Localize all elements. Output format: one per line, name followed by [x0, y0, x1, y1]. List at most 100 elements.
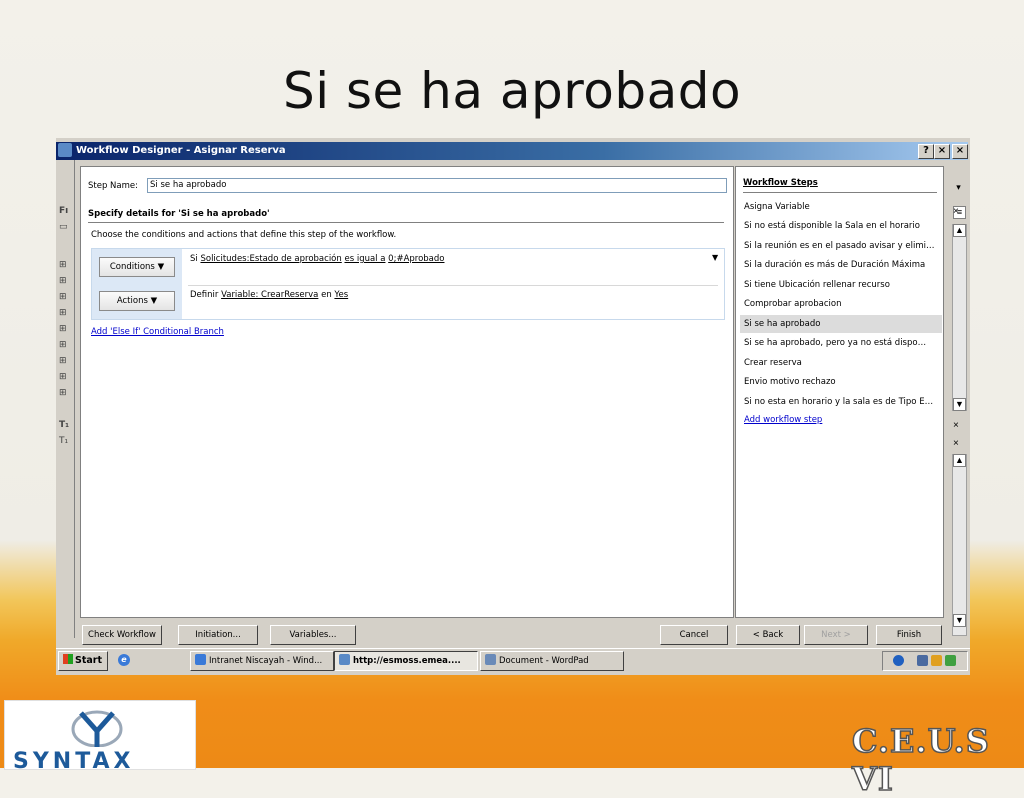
scrollbar-track[interactable] — [952, 224, 967, 411]
dropdown-arrow-icon[interactable]: ▾ — [953, 182, 964, 193]
instructions-text: Choose the conditions and actions that d… — [91, 230, 397, 240]
close-dialog-button[interactable]: × — [934, 144, 950, 159]
conditions-actions-area: Conditions ▼ Actions ▼ Si Solicitudes:Es… — [91, 248, 725, 320]
dialog-title: Workflow Designer - Asignar Reserva — [76, 145, 286, 156]
divider — [188, 285, 718, 286]
next-button: Next > — [804, 625, 868, 645]
workflow-step[interactable]: Comprobar aprobacion — [740, 295, 942, 313]
security-tray-icon[interactable] — [931, 655, 942, 666]
specify-details-heading: Specify details for 'Si se ha aprobado' — [88, 209, 270, 219]
condition-prefix: Si — [190, 254, 198, 264]
workflow-steps-title: Workflow Steps — [743, 178, 818, 188]
workflow-app-icon — [58, 143, 72, 157]
scroll-down-icon[interactable]: ▼ — [953, 398, 966, 411]
workflow-step[interactable]: Si la duración es más de Duración Máxima — [740, 256, 942, 274]
condition-dropdown-icon[interactable]: ▼ — [712, 253, 718, 262]
left-strip-label: T₁ — [59, 420, 70, 430]
expand-icon[interactable]: ⊞ — [59, 388, 67, 398]
ceus-logo: C.E.U.S VI — [851, 721, 990, 798]
workflow-step[interactable]: Si la reunión es en el pasado avisar y e… — [740, 237, 942, 255]
close-pane-icon[interactable]: × — [953, 206, 959, 217]
workflow-steps-title-text: Workflow Steps — [743, 178, 818, 188]
taskbar-item-label: http://esmoss.emea.... — [353, 656, 461, 666]
workflow-step[interactable]: Si se ha aprobado, pero ya no está dispo… — [740, 334, 942, 352]
help-tray-icon[interactable] — [893, 655, 904, 666]
expand-icon[interactable]: ⊞ — [59, 372, 67, 382]
divider — [88, 222, 724, 223]
scroll-up-icon[interactable]: ▲ — [953, 454, 966, 467]
add-workflow-step-item: Add workflow step — [740, 411, 942, 429]
expand-icon[interactable]: ⊞ — [59, 308, 67, 318]
scroll-up-icon[interactable]: ▲ — [953, 224, 966, 237]
taskbar-item-esmoss[interactable]: http://esmoss.emea.... — [334, 651, 478, 671]
workflow-step-selected[interactable]: Si se ha aprobado — [740, 315, 942, 333]
workflow-step[interactable]: Si tiene Ubicación rellenar recurso — [740, 276, 942, 294]
expand-icon[interactable]: ⊞ — [59, 340, 67, 350]
close-pane-icon[interactable]: × — [953, 438, 959, 449]
background-app-right-strip: ▾ ≡ × ▲ ▼ × × ▲ ▼ — [950, 160, 968, 638]
scroll-down-icon[interactable]: ▼ — [953, 614, 966, 627]
condition-operator-link[interactable]: es igual a — [344, 254, 385, 264]
cancel-button[interactable]: Cancel — [660, 625, 728, 645]
condition-sentence: Si Solicitudes:Estado de aprobación es i… — [190, 254, 444, 264]
taskbar-item-intranet[interactable]: Intranet Niscayah - Wind... — [190, 651, 334, 671]
screenshot-frame: Workflow Designer - Asignar Reserva ? × … — [56, 138, 970, 675]
workflow-steps-panel: Workflow Steps Asigna Variable Si no est… — [735, 166, 944, 618]
expand-icon[interactable]: ⊞ — [59, 356, 67, 366]
initiation-button[interactable]: Initiation... — [178, 625, 258, 645]
step-name-input[interactable]: Si se ha aprobado — [147, 178, 727, 193]
syntax-logo-text: SYNTAX — [13, 749, 135, 774]
variables-button[interactable]: Variables... — [270, 625, 356, 645]
action-variable-link[interactable]: Variable: CrearReserva — [221, 290, 318, 300]
internet-explorer-icon[interactable]: e — [118, 654, 130, 666]
update-tray-icon[interactable] — [945, 655, 956, 666]
action-value-link[interactable]: Yes — [334, 290, 348, 300]
add-workflow-step-link[interactable]: Add workflow step — [744, 415, 822, 425]
add-else-if-link[interactable]: Add 'Else If' Conditional Branch — [91, 327, 224, 337]
dialog-title-bar[interactable]: Workflow Designer - Asignar Reserva ? × … — [56, 142, 968, 160]
wordpad-icon — [485, 654, 496, 665]
help-button[interactable]: ? — [918, 144, 934, 159]
expand-icon[interactable]: ⊞ — [59, 324, 67, 334]
taskbar: Start e Intranet Niscayah - Wind... http… — [56, 648, 970, 673]
conditions-button[interactable]: Conditions ▼ — [99, 257, 175, 277]
actions-button[interactable]: Actions ▼ — [99, 291, 175, 311]
back-button[interactable]: < Back — [736, 625, 800, 645]
expand-icon[interactable]: ⊞ — [59, 260, 67, 270]
close-pane-icon[interactable]: × — [953, 420, 959, 431]
taskbar-item-label: Intranet Niscayah - Wind... — [209, 656, 323, 666]
workflow-app-icon — [339, 654, 350, 665]
scrollbar-track[interactable] — [952, 454, 967, 636]
divider — [743, 192, 937, 193]
condition-field-link[interactable]: Solicitudes:Estado de aprobación — [200, 254, 341, 264]
action-connector: en — [321, 290, 332, 300]
folder-icon: ▭ — [59, 222, 68, 232]
taskbar-item-label: Document - WordPad — [499, 656, 589, 666]
workflow-step[interactable]: Envio motivo rechazo — [740, 373, 942, 391]
button-column: Conditions ▼ Actions ▼ — [92, 249, 182, 319]
left-strip-label: T₁ — [59, 436, 69, 446]
background-app-left-strip: Fı ▭ ⊞ ⊞ ⊞ ⊞ ⊞ ⊞ ⊞ ⊞ ⊞ T₁ T₁ — [56, 160, 75, 638]
workflow-step[interactable]: Si no esta en horario y la sala es de Ti… — [740, 393, 942, 411]
step-details-panel: Step Name: Si se ha aprobado Specify det… — [80, 166, 734, 618]
workflow-step[interactable]: Si no está disponible la Sala en el hora… — [740, 217, 942, 235]
close-window-button[interactable]: × — [952, 144, 968, 159]
workflow-step[interactable]: Crear reserva — [740, 354, 942, 372]
expand-icon[interactable]: ⊞ — [59, 276, 67, 286]
windows-logo-icon — [63, 654, 73, 664]
left-strip-label: Fı — [59, 206, 69, 216]
start-label: Start — [75, 655, 103, 666]
start-button[interactable]: Start — [58, 651, 108, 671]
action-prefix: Definir — [190, 290, 219, 300]
step-name-label: Step Name: — [88, 181, 138, 191]
internet-explorer-icon — [195, 654, 206, 665]
condition-value-link[interactable]: 0;#Aprobado — [388, 254, 444, 264]
network-tray-icon[interactable] — [917, 655, 928, 666]
finish-button[interactable]: Finish — [876, 625, 942, 645]
expand-icon[interactable]: ⊞ — [59, 292, 67, 302]
system-tray — [882, 651, 968, 671]
check-workflow-button[interactable]: Check Workflow — [82, 625, 162, 645]
taskbar-item-wordpad[interactable]: Document - WordPad — [480, 651, 624, 671]
workflow-step[interactable]: Asigna Variable — [740, 198, 942, 216]
action-sentence: Definir Variable: CrearReserva en Yes — [190, 290, 348, 300]
